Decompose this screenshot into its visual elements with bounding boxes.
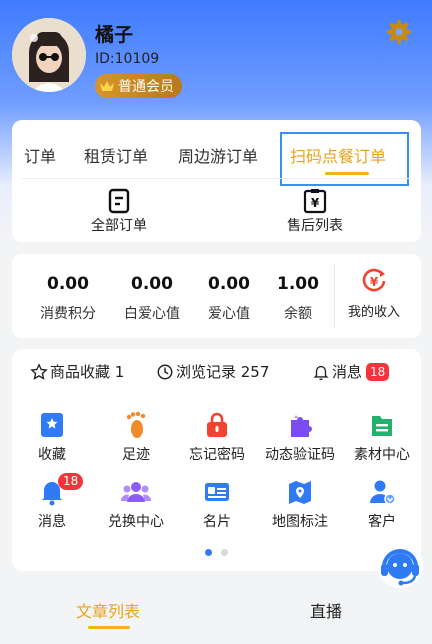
tool-exchange-center[interactable]: 兑换中心 [96, 477, 176, 531]
tool-label: 动态验证码 [265, 447, 335, 463]
order-tabs: 订单 租赁订单 周边游订单 扫码点餐订单 [12, 120, 421, 186]
divider [22, 178, 411, 179]
tab-tour-orders[interactable]: 周边游订单 [178, 143, 258, 167]
my-income-label: 我的收入 [347, 305, 400, 320]
bell-outline-icon [313, 365, 329, 380]
stat-points[interactable]: 0.00 消费积分 [40, 274, 96, 323]
member-level: 普通会员 [118, 79, 174, 95]
tool-label: 忘记密码 [189, 447, 245, 463]
puzzle-icon [260, 410, 340, 440]
stat-white-love[interactable]: 0.00 白爱心值 [124, 274, 180, 323]
user-id: ID:10109 [95, 51, 160, 67]
active-tab-indicator [325, 172, 369, 175]
tool-customers[interactable]: 客户 [342, 477, 422, 531]
tool-label: 收藏 [38, 447, 66, 463]
stat-label: 爱心值 [208, 306, 250, 322]
pager-dot[interactable] [221, 549, 228, 556]
after-sales-label: 售后列表 [287, 218, 343, 234]
messages-link[interactable]: 消息 18 [312, 361, 390, 382]
my-income-button[interactable]: ¥ 我的收入 [339, 267, 409, 320]
stat-label: 消费积分 [40, 306, 96, 322]
income-icon: ¥ [339, 267, 409, 299]
crown-icon [99, 79, 115, 93]
stat-value: 1.00 [277, 274, 319, 294]
tools-card: 商品收藏 1 浏览记录 257 消息 18 收藏 足迹 忘记密码 动态验证码 素… [12, 349, 421, 571]
tool-label: 消息 [38, 514, 66, 530]
bottom-tabs: 文章列表 直播 [0, 582, 432, 644]
tools-header: 商品收藏 1 浏览记录 257 消息 18 [12, 349, 421, 389]
messages-label: 消息 [332, 363, 363, 381]
orders-card: 订单 租赁订单 周边游订单 扫码点餐订单 全部订单 ¥ 售后列表 [12, 120, 421, 242]
footprint-icon [96, 410, 176, 440]
bell-icon: 18 [12, 473, 92, 507]
member-badge: 普通会员 [95, 74, 182, 98]
gear-icon[interactable] [386, 19, 412, 45]
clock-icon [157, 364, 173, 379]
order-list-icon [79, 188, 159, 214]
stat-love[interactable]: 0.00 爱心值 [208, 274, 250, 323]
username: 橘子 [95, 24, 134, 46]
favorites-link[interactable]: 商品收藏 1 [30, 361, 124, 382]
tool-label: 足迹 [122, 447, 150, 463]
tab-article-list[interactable]: 文章列表 [76, 598, 140, 622]
stat-value: 0.00 [47, 274, 89, 294]
stat-label: 余额 [283, 306, 312, 322]
favorites-label: 商品收藏 1 [50, 363, 125, 381]
all-orders-label: 全部订单 [91, 218, 147, 234]
tool-footprint[interactable]: 足迹 [96, 410, 176, 464]
tool-business-card[interactable]: 名片 [177, 477, 257, 531]
tool-map-marker[interactable]: 地图标注 [260, 477, 340, 531]
lock-icon [177, 410, 257, 440]
group-icon [96, 477, 176, 507]
after-sales-button[interactable]: ¥ 售后列表 [275, 188, 355, 235]
tab-live[interactable]: 直播 [310, 598, 342, 622]
messages-count-badge: 18 [366, 362, 390, 381]
pager-dot-active[interactable] [205, 549, 212, 556]
tool-favorites[interactable]: 收藏 [12, 410, 92, 464]
all-orders-button[interactable]: 全部订单 [79, 188, 159, 235]
tab-rental-orders[interactable]: 租赁订单 [84, 143, 148, 167]
folder-icon [342, 410, 422, 440]
stat-value: 0.00 [131, 274, 173, 294]
tool-label: 客户 [368, 514, 396, 530]
star-icon [30, 362, 48, 380]
messages-badge: 18 [58, 473, 84, 490]
history-label: 浏览记录 257 [176, 363, 270, 381]
bottom-tab-indicator [88, 626, 130, 629]
avatar[interactable] [12, 18, 86, 92]
stat-label: 白爱心值 [124, 306, 180, 322]
history-link[interactable]: 浏览记录 257 [156, 361, 269, 382]
stat-balance[interactable]: 1.00 余额 [277, 274, 319, 323]
map-icon [260, 477, 340, 507]
tab-orders[interactable]: 订单 [24, 143, 56, 167]
tool-label: 兑换中心 [108, 514, 164, 530]
tool-dynamic-code[interactable]: 动态验证码 [260, 410, 340, 464]
tool-messages[interactable]: 18 消息 [12, 473, 92, 531]
tool-forgot-password[interactable]: 忘记密码 [177, 410, 257, 464]
stats-card: 0.00 消费积分 0.00 白爱心值 0.00 爱心值 1.00 余额 ¥ 我… [12, 254, 421, 338]
svg-text:¥: ¥ [370, 275, 379, 289]
tool-label: 素材中心 [354, 447, 410, 463]
customer-icon [342, 477, 422, 507]
stat-value: 0.00 [208, 274, 250, 294]
favorite-icon [12, 410, 92, 440]
tool-label: 地图标注 [272, 514, 328, 530]
tool-label: 名片 [203, 514, 231, 530]
svg-text:¥: ¥ [311, 196, 320, 210]
tool-material-center[interactable]: 素材中心 [342, 410, 422, 464]
divider [334, 264, 335, 328]
after-sales-icon: ¥ [275, 188, 355, 214]
card-icon [177, 477, 257, 507]
